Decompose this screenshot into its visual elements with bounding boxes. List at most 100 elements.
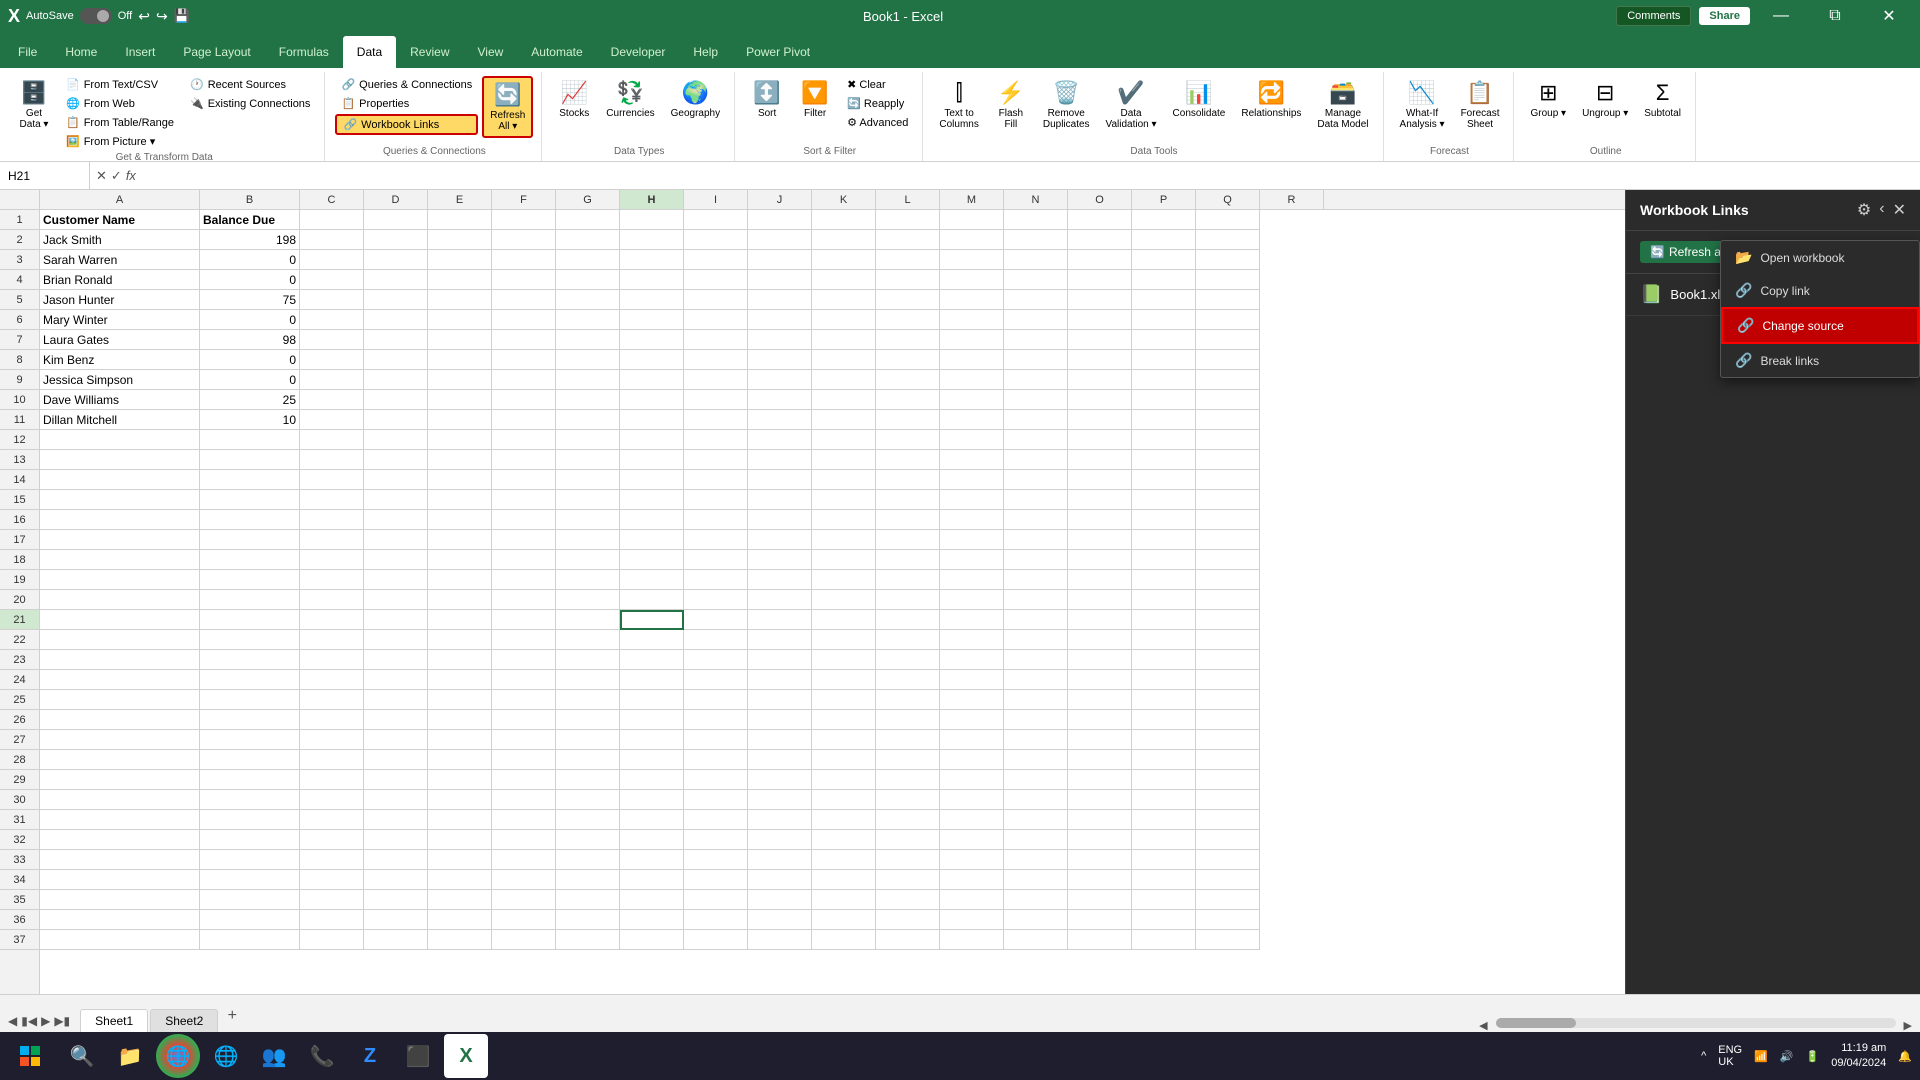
row-header-17[interactable]: 17 bbox=[0, 530, 39, 550]
cell-N10[interactable] bbox=[1004, 390, 1068, 410]
cell-M1[interactable] bbox=[940, 210, 1004, 230]
queries-connections-btn[interactable]: 🔗 Queries & Connections bbox=[335, 76, 478, 93]
cell-K7[interactable] bbox=[812, 330, 876, 350]
cell-F7[interactable] bbox=[492, 330, 556, 350]
cell-F2[interactable] bbox=[492, 230, 556, 250]
cell-M24[interactable] bbox=[940, 670, 1004, 690]
tab-page-layout[interactable]: Page Layout bbox=[169, 36, 264, 68]
name-box[interactable]: H21 bbox=[0, 162, 90, 189]
row-header-11[interactable]: 11 bbox=[0, 410, 39, 430]
cell-A31[interactable] bbox=[40, 810, 200, 830]
cell-C18[interactable] bbox=[300, 550, 364, 570]
cell-H7[interactable] bbox=[620, 330, 684, 350]
cell-B11[interactable]: 10 bbox=[200, 410, 300, 430]
cell-C29[interactable] bbox=[300, 770, 364, 790]
cell-L37[interactable] bbox=[876, 930, 940, 950]
cell-P25[interactable] bbox=[1132, 690, 1196, 710]
cell-I5[interactable] bbox=[684, 290, 748, 310]
cell-L25[interactable] bbox=[876, 690, 940, 710]
cell-O10[interactable] bbox=[1068, 390, 1132, 410]
cell-A36[interactable] bbox=[40, 910, 200, 930]
cell-P36[interactable] bbox=[1132, 910, 1196, 930]
col-header-Q[interactable]: Q bbox=[1196, 190, 1260, 209]
cell-L9[interactable] bbox=[876, 370, 940, 390]
cell-N27[interactable] bbox=[1004, 730, 1068, 750]
cell-N9[interactable] bbox=[1004, 370, 1068, 390]
cell-B24[interactable] bbox=[200, 670, 300, 690]
cell-N14[interactable] bbox=[1004, 470, 1068, 490]
cell-A10[interactable]: Dave Williams bbox=[40, 390, 200, 410]
cell-A8[interactable]: Kim Benz bbox=[40, 350, 200, 370]
cell-L32[interactable] bbox=[876, 830, 940, 850]
cell-D1[interactable] bbox=[364, 210, 428, 230]
cell-M29[interactable] bbox=[940, 770, 1004, 790]
cell-P23[interactable] bbox=[1132, 650, 1196, 670]
row-header-37[interactable]: 37 bbox=[0, 930, 39, 950]
cell-E23[interactable] bbox=[428, 650, 492, 670]
cell-K36[interactable] bbox=[812, 910, 876, 930]
cell-Q6[interactable] bbox=[1196, 310, 1260, 330]
cell-B21[interactable] bbox=[200, 610, 300, 630]
cell-K4[interactable] bbox=[812, 270, 876, 290]
cell-Q17[interactable] bbox=[1196, 530, 1260, 550]
grid[interactable]: Customer NameBalance DueJack Smith198Sar… bbox=[40, 210, 1625, 994]
cell-K5[interactable] bbox=[812, 290, 876, 310]
cell-O33[interactable] bbox=[1068, 850, 1132, 870]
cell-H34[interactable] bbox=[620, 870, 684, 890]
cell-C11[interactable] bbox=[300, 410, 364, 430]
cell-A17[interactable] bbox=[40, 530, 200, 550]
cell-A23[interactable] bbox=[40, 650, 200, 670]
cell-J13[interactable] bbox=[748, 450, 812, 470]
cell-N6[interactable] bbox=[1004, 310, 1068, 330]
row-header-36[interactable]: 36 bbox=[0, 910, 39, 930]
cell-J24[interactable] bbox=[748, 670, 812, 690]
cell-H27[interactable] bbox=[620, 730, 684, 750]
cell-F28[interactable] bbox=[492, 750, 556, 770]
cell-E18[interactable] bbox=[428, 550, 492, 570]
col-header-L[interactable]: L bbox=[876, 190, 940, 209]
cell-E27[interactable] bbox=[428, 730, 492, 750]
cell-I35[interactable] bbox=[684, 890, 748, 910]
cell-P4[interactable] bbox=[1132, 270, 1196, 290]
cell-N26[interactable] bbox=[1004, 710, 1068, 730]
cell-O6[interactable] bbox=[1068, 310, 1132, 330]
minimize-btn[interactable]: — bbox=[1758, 0, 1804, 32]
cell-K13[interactable] bbox=[812, 450, 876, 470]
cell-H16[interactable] bbox=[620, 510, 684, 530]
cell-D27[interactable] bbox=[364, 730, 428, 750]
col-header-P[interactable]: P bbox=[1132, 190, 1196, 209]
cell-L29[interactable] bbox=[876, 770, 940, 790]
cell-Q19[interactable] bbox=[1196, 570, 1260, 590]
cell-P8[interactable] bbox=[1132, 350, 1196, 370]
cell-I4[interactable] bbox=[684, 270, 748, 290]
cell-J23[interactable] bbox=[748, 650, 812, 670]
cell-G1[interactable] bbox=[556, 210, 620, 230]
cell-I26[interactable] bbox=[684, 710, 748, 730]
cell-H14[interactable] bbox=[620, 470, 684, 490]
cell-O5[interactable] bbox=[1068, 290, 1132, 310]
cell-A11[interactable]: Dillan Mitchell bbox=[40, 410, 200, 430]
cell-E7[interactable] bbox=[428, 330, 492, 350]
cell-D23[interactable] bbox=[364, 650, 428, 670]
row-header-12[interactable]: 12 bbox=[0, 430, 39, 450]
cell-Q24[interactable] bbox=[1196, 670, 1260, 690]
cell-F20[interactable] bbox=[492, 590, 556, 610]
cell-D17[interactable] bbox=[364, 530, 428, 550]
cell-K11[interactable] bbox=[812, 410, 876, 430]
filter-btn[interactable]: 🔽 Filter bbox=[793, 76, 837, 123]
cell-C25[interactable] bbox=[300, 690, 364, 710]
cell-M14[interactable] bbox=[940, 470, 1004, 490]
cell-K6[interactable] bbox=[812, 310, 876, 330]
cell-F32[interactable] bbox=[492, 830, 556, 850]
cell-A6[interactable]: Mary Winter bbox=[40, 310, 200, 330]
row-header-32[interactable]: 32 bbox=[0, 830, 39, 850]
cell-F16[interactable] bbox=[492, 510, 556, 530]
row-header-31[interactable]: 31 bbox=[0, 810, 39, 830]
copy-link-menu-item[interactable]: 🔗 Copy link bbox=[1721, 274, 1919, 307]
cell-C5[interactable] bbox=[300, 290, 364, 310]
skype-btn[interactable]: 📞 bbox=[300, 1034, 344, 1078]
cell-F3[interactable] bbox=[492, 250, 556, 270]
cell-H6[interactable] bbox=[620, 310, 684, 330]
cell-F34[interactable] bbox=[492, 870, 556, 890]
cell-F6[interactable] bbox=[492, 310, 556, 330]
